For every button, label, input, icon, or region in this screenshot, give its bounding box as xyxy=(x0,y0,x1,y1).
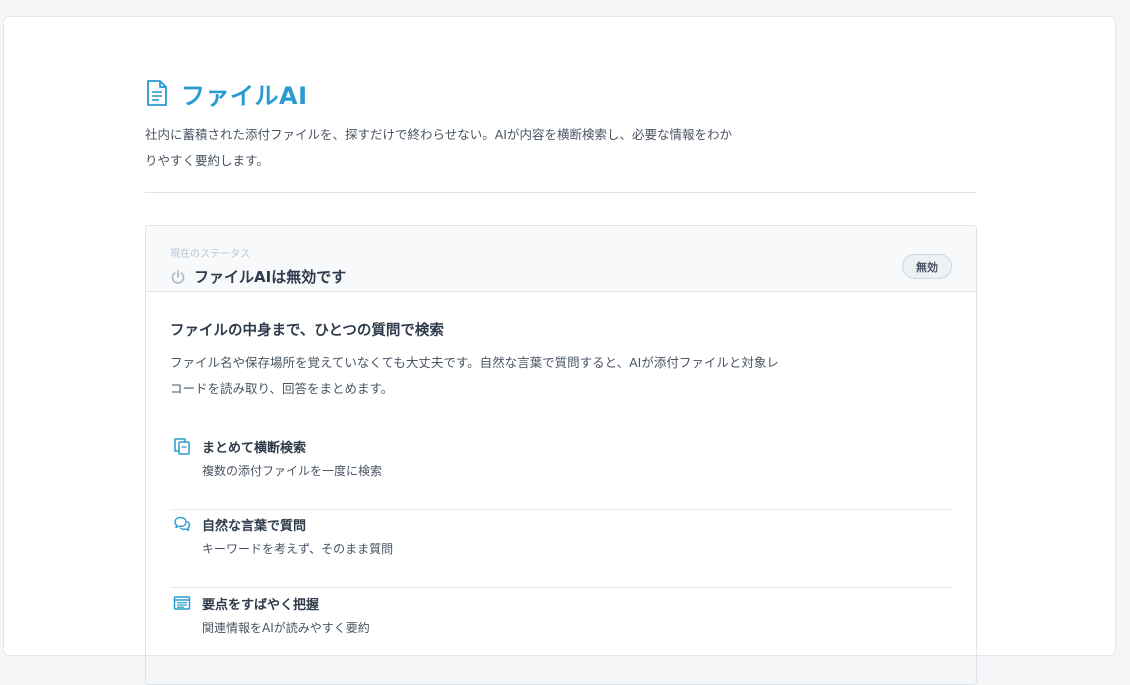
status-header: 現在のステータス ファイルAIは無効です 無効 xyxy=(146,226,976,292)
feature-panel: 現在のステータス ファイルAIは無効です 無効 ファイルの中身まで、ひとつの質問… xyxy=(145,225,977,685)
status-badge: 無効 xyxy=(902,254,952,279)
section-desc-line-1: ファイル名や保存場所を覚えていなくても大丈夫です。自然な言葉で質問すると、AIが… xyxy=(170,355,779,370)
section-desc-line-2: コードを読み取り、回答をまとめます。 xyxy=(170,381,394,396)
feature-item-cross-search: まとめて横断検索 複数の添付ファイルを一度に検索 xyxy=(170,432,952,510)
page-lead: 社内に蓄積された添付ファイルを、探すだけで終わらせない。AIが内容を横断検索し、… xyxy=(145,122,765,174)
power-icon xyxy=(170,269,186,285)
feature-desc: キーワードを考えず、そのまま質問 xyxy=(202,542,394,556)
document-icon xyxy=(145,79,169,107)
feature-item-natural-question: 自然な言葉で質問 キーワードを考えず、そのまま質問 xyxy=(170,510,952,588)
list-panel-icon xyxy=(173,594,191,612)
lead-line-2: りやすく要約します。 xyxy=(145,153,269,168)
status-caption: 現在のステータス xyxy=(170,249,250,260)
feature-desc: 複数の添付ファイルを一度に検索 xyxy=(202,464,383,478)
feature-title: 要点をすばやく把握 xyxy=(202,598,320,613)
chat-bubbles-icon xyxy=(173,515,191,533)
feature-desc: 関連情報をAIが読みやすく要約 xyxy=(202,621,370,635)
header-divider xyxy=(145,192,977,193)
section-description: ファイル名や保存場所を覚えていなくても大丈夫です。自然な言葉で質問すると、AIが… xyxy=(170,350,830,402)
lead-line-1: 社内に蓄積された添付ファイルを、探すだけで終わらせない。AIが内容を横断検索し、… xyxy=(145,127,732,142)
main-card: ファイルAI 社内に蓄積された添付ファイルを、探すだけで終わらせない。AIが内容… xyxy=(3,16,1116,685)
copy-files-icon xyxy=(173,437,191,455)
status-text: ファイルAIは無効です xyxy=(194,268,347,286)
status-line: ファイルAIは無効です xyxy=(170,266,346,287)
section-title: ファイルの中身まで、ひとつの質問で検索 xyxy=(170,323,444,339)
feature-title: 自然な言葉で質問 xyxy=(202,519,307,534)
page-title: ファイルAI xyxy=(181,81,308,110)
page-header: ファイルAI xyxy=(145,78,308,110)
feature-item-summary: 要点をすばやく把握 関連情報をAIが読みやすく要約 xyxy=(170,589,952,667)
feature-title: まとめて横断検索 xyxy=(202,441,307,456)
